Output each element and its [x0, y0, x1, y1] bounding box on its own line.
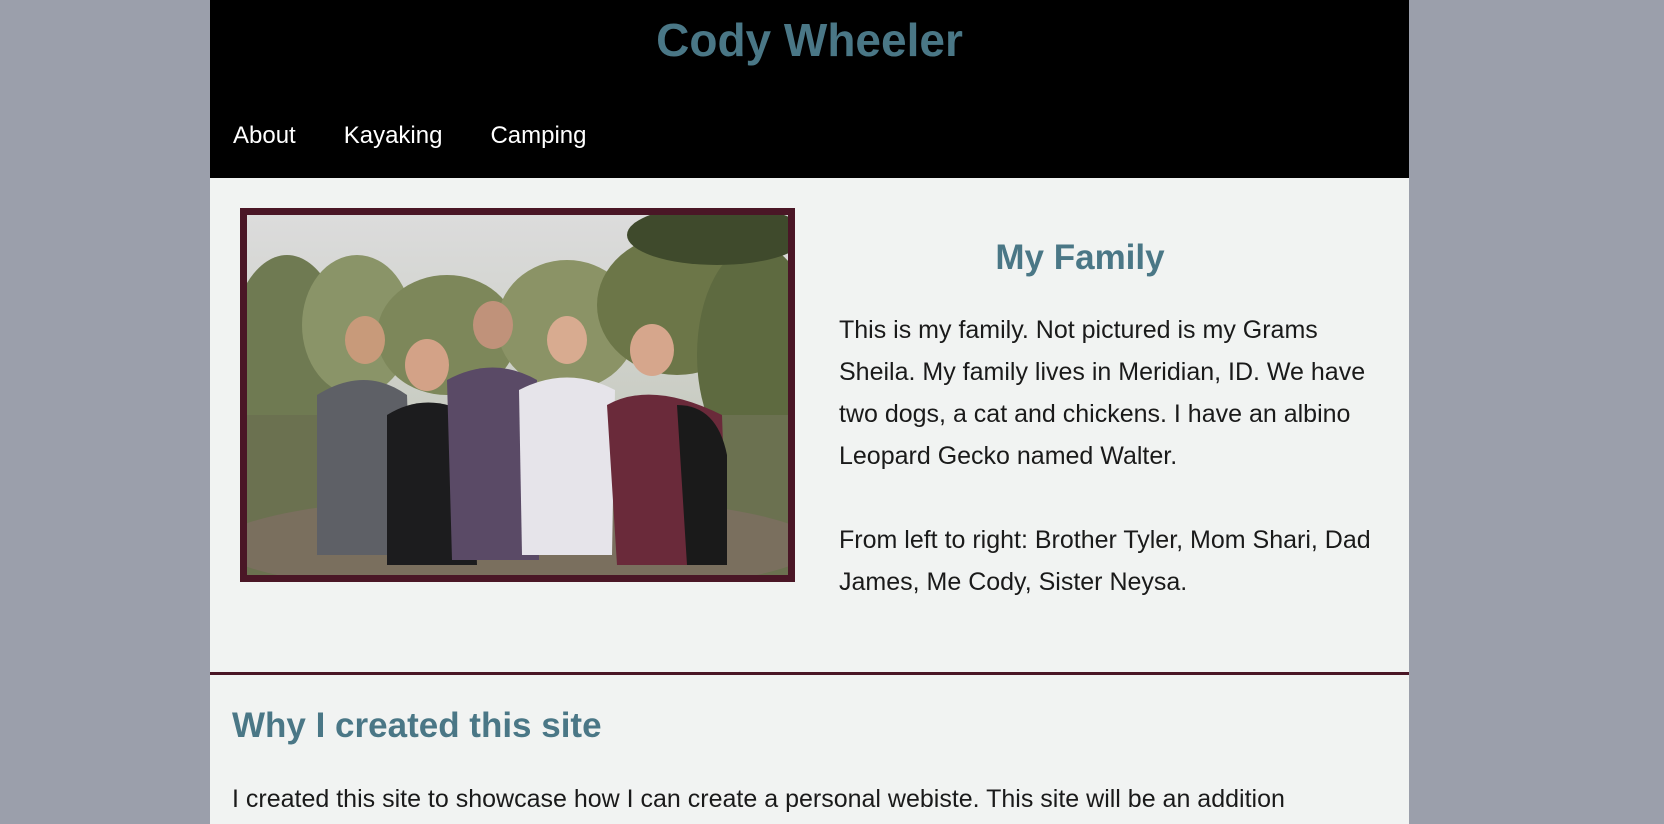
- section-divider: [210, 672, 1409, 675]
- family-photo-frame: [240, 208, 795, 582]
- family-photo: [247, 215, 788, 575]
- family-paragraph-2: From left to right: Brother Tyler, Mom S…: [839, 526, 1371, 596]
- nav-link-kayaking[interactable]: Kayaking: [344, 120, 443, 152]
- why-heading: Why I created this site: [232, 706, 602, 745]
- site-title: Cody Wheeler: [656, 14, 963, 66]
- nav-link-about[interactable]: About: [233, 120, 296, 152]
- nav-link-camping[interactable]: Camping: [490, 120, 586, 152]
- family-paragraph-1: This is my family. Not pictured is my Gr…: [839, 316, 1366, 470]
- family-description: This is my family. Not pictured is my Gr…: [839, 309, 1399, 603]
- site-header: Cody Wheeler About Kayaking Camping: [210, 0, 1409, 178]
- family-heading: My Family: [995, 238, 1165, 277]
- main-nav: About Kayaking Camping: [233, 120, 587, 152]
- page-container: Cody Wheeler About Kayaking Camping My F…: [210, 0, 1409, 824]
- why-paragraph: I created this site to showcase how I ca…: [232, 785, 1285, 813]
